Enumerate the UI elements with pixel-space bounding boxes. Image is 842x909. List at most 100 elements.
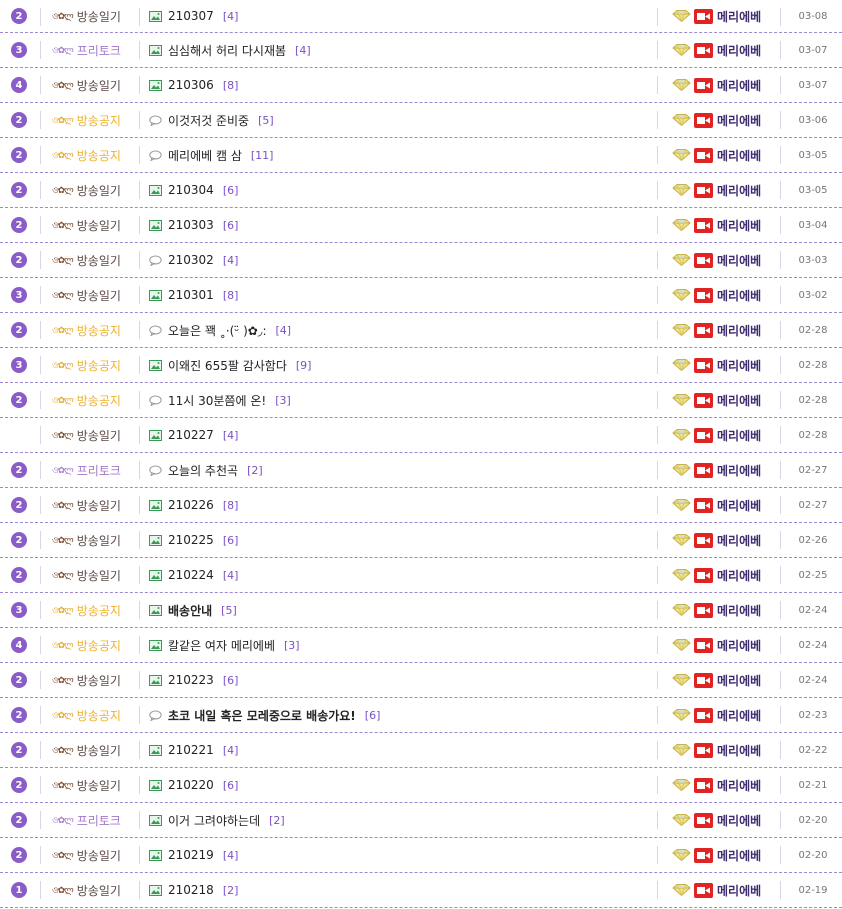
- category-link[interactable]: ও✿ლ 방송일기: [52, 418, 138, 452]
- author-name[interactable]: 메리에베: [717, 392, 761, 409]
- author-link[interactable]: 메리에베: [672, 628, 772, 662]
- comment-count[interactable]: [4]: [223, 849, 239, 862]
- post-title-link[interactable]: 심심해서 허리 다시재봄 [4]: [149, 33, 654, 67]
- post-title-link[interactable]: 이거 그려야하는데 [2]: [149, 803, 654, 837]
- author-name[interactable]: 메리에베: [717, 77, 761, 94]
- comment-count[interactable]: [6]: [223, 779, 239, 792]
- post-title-link[interactable]: 오늘은 꽥 ˳·(ᵕ̈ )✿◞: [4]: [149, 313, 654, 347]
- author-link[interactable]: 메리에베: [672, 383, 772, 417]
- author-name[interactable]: 메리에베: [717, 672, 761, 689]
- post-title-link[interactable]: 칼같은 여자 메리에베 [3]: [149, 628, 654, 662]
- post-title-link[interactable]: 210220 [6]: [149, 768, 654, 802]
- author-link[interactable]: 메리에베: [672, 803, 772, 837]
- comment-count[interactable]: [2]: [247, 464, 263, 477]
- comment-count[interactable]: [9]: [296, 359, 312, 372]
- table-row[interactable]: 4 ও✿ლ 방송공지 칼같은 여자 메리에베 [3] 메리에베 02-24: [0, 628, 842, 663]
- category-link[interactable]: ও✿ლ 방송공지: [52, 313, 138, 347]
- category-link[interactable]: ও✿ლ 방송일기: [52, 558, 138, 592]
- table-row[interactable]: 2 ও✿ლ 방송일기 210303 [6] 메리에베 03-04: [0, 208, 842, 243]
- author-name[interactable]: 메리에베: [717, 322, 761, 339]
- table-row[interactable]: 2 ও✿ლ 프리토크 이거 그려야하는데 [2] 메리에베 02-20: [0, 803, 842, 838]
- post-title-link[interactable]: 210226 [8]: [149, 488, 654, 522]
- author-name[interactable]: 메리에베: [717, 217, 761, 234]
- category-link[interactable]: ও✿ლ 방송공지: [52, 103, 138, 137]
- author-link[interactable]: 메리에베: [672, 313, 772, 347]
- comment-count[interactable]: [6]: [223, 534, 239, 547]
- post-title-link[interactable]: 210303 [6]: [149, 208, 654, 242]
- table-row[interactable]: 2 ও✿ლ 방송일기 210224 [4] 메리에베 02-25: [0, 558, 842, 593]
- table-row[interactable]: 1 ও✿ლ 방송일기 210218 [2] 메리에베 02-19: [0, 873, 842, 908]
- post-title-link[interactable]: 210224 [4]: [149, 558, 654, 592]
- comment-count[interactable]: [4]: [223, 569, 239, 582]
- author-name[interactable]: 메리에베: [717, 882, 761, 899]
- author-link[interactable]: 메리에베: [672, 453, 772, 487]
- post-title-link[interactable]: 210218 [2]: [149, 873, 654, 907]
- category-link[interactable]: ও✿ლ 방송공지: [52, 138, 138, 172]
- table-row[interactable]: 2 ও✿ლ 방송일기 210220 [6] 메리에베 02-21: [0, 768, 842, 803]
- category-link[interactable]: ও✿ლ 방송일기: [52, 0, 138, 32]
- comment-count[interactable]: [4]: [295, 44, 311, 57]
- author-name[interactable]: 메리에베: [717, 812, 761, 829]
- comment-count[interactable]: [8]: [223, 289, 239, 302]
- table-row[interactable]: 2 ও✿ლ 방송일기 210304 [6] 메리에베 03-05: [0, 173, 842, 208]
- table-row[interactable]: 3 ও✿ლ 방송공지 배송안내 [5] 메리에베 02-24: [0, 593, 842, 628]
- post-title-link[interactable]: 210219 [4]: [149, 838, 654, 872]
- author-name[interactable]: 메리에베: [717, 462, 761, 479]
- author-link[interactable]: 메리에베: [672, 558, 772, 592]
- category-link[interactable]: ও✿ლ 방송일기: [52, 768, 138, 802]
- author-name[interactable]: 메리에베: [717, 602, 761, 619]
- comment-count[interactable]: [11]: [251, 149, 274, 162]
- comment-count[interactable]: [6]: [223, 219, 239, 232]
- table-row[interactable]: 2 ও✿ლ 방송일기 210221 [4] 메리에베 02-22: [0, 733, 842, 768]
- author-name[interactable]: 메리에베: [717, 182, 761, 199]
- comment-count[interactable]: [4]: [276, 324, 292, 337]
- category-link[interactable]: ও✿ლ 방송일기: [52, 243, 138, 277]
- author-link[interactable]: 메리에베: [672, 418, 772, 452]
- author-name[interactable]: 메리에베: [717, 707, 761, 724]
- post-title-link[interactable]: 210221 [4]: [149, 733, 654, 767]
- category-link[interactable]: ও✿ლ 방송일기: [52, 733, 138, 767]
- category-link[interactable]: ও✿ლ 방송일기: [52, 838, 138, 872]
- table-row[interactable]: 2 ও✿ლ 방송일기 210226 [8] 메리에베 02-27: [0, 488, 842, 523]
- post-title-link[interactable]: 210306 [8]: [149, 68, 654, 102]
- author-name[interactable]: 메리에베: [717, 847, 761, 864]
- author-name[interactable]: 메리에베: [717, 427, 761, 444]
- comment-count[interactable]: [4]: [223, 429, 239, 442]
- post-title-link[interactable]: 210307 [4]: [149, 0, 654, 32]
- post-title-link[interactable]: 이왜진 655팔 감사함다 [9]: [149, 348, 654, 382]
- author-link[interactable]: 메리에베: [672, 488, 772, 522]
- author-name[interactable]: 메리에베: [717, 532, 761, 549]
- table-row[interactable]: 2 ও✿ლ 방송일기 210223 [6] 메리에베 02-24: [0, 663, 842, 698]
- category-link[interactable]: ও✿ლ 방송일기: [52, 278, 138, 312]
- post-title-link[interactable]: 210223 [6]: [149, 663, 654, 697]
- author-link[interactable]: 메리에베: [672, 103, 772, 137]
- author-name[interactable]: 메리에베: [717, 287, 761, 304]
- category-link[interactable]: ও✿ლ 프리토크: [52, 803, 138, 837]
- comment-count[interactable]: [4]: [223, 254, 239, 267]
- comment-count[interactable]: [8]: [223, 499, 239, 512]
- comment-count[interactable]: [3]: [275, 394, 291, 407]
- comment-count[interactable]: [2]: [269, 814, 285, 827]
- post-title-link[interactable]: 210302 [4]: [149, 243, 654, 277]
- author-link[interactable]: 메리에베: [672, 838, 772, 872]
- comment-count[interactable]: [4]: [223, 744, 239, 757]
- author-link[interactable]: 메리에베: [672, 33, 772, 67]
- author-link[interactable]: 메리에베: [672, 768, 772, 802]
- category-link[interactable]: ও✿ლ 방송일기: [52, 68, 138, 102]
- category-link[interactable]: ও✿ლ 방송공지: [52, 628, 138, 662]
- post-title-link[interactable]: 이것저것 준비중 [5]: [149, 103, 654, 137]
- table-row[interactable]: 2 ও✿ლ 방송공지 이것저것 준비중 [5] 메리에베 03-06: [0, 103, 842, 138]
- author-name[interactable]: 메리에베: [717, 42, 761, 59]
- author-link[interactable]: 메리에베: [672, 593, 772, 627]
- category-link[interactable]: ও✿ლ 방송공지: [52, 593, 138, 627]
- table-row[interactable]: 2 ও✿ლ 방송일기 210219 [4] 메리에베 02-20: [0, 838, 842, 873]
- table-row[interactable]: 2 ও✿ლ 방송공지 초코 내일 혹은 모레중으로 배송가요! [6] 메리에베 02-23: [0, 698, 842, 733]
- category-link[interactable]: ও✿ლ 방송공지: [52, 383, 138, 417]
- author-link[interactable]: 메리에베: [672, 523, 772, 557]
- category-link[interactable]: ও✿ლ 방송공지: [52, 348, 138, 382]
- post-title-link[interactable]: 초코 내일 혹은 모레중으로 배송가요! [6]: [149, 698, 654, 732]
- author-link[interactable]: 메리에베: [672, 68, 772, 102]
- post-title-link[interactable]: 210304 [6]: [149, 173, 654, 207]
- comment-count[interactable]: [6]: [223, 184, 239, 197]
- table-row[interactable]: 2 ও✿ლ 방송일기 210302 [4] 메리에베 03-03: [0, 243, 842, 278]
